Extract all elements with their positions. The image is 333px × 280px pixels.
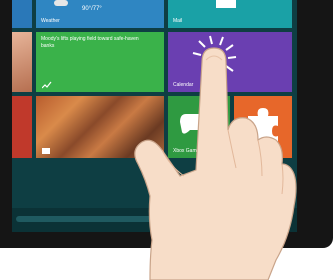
tap-gesture-illustration [134, 35, 297, 280]
